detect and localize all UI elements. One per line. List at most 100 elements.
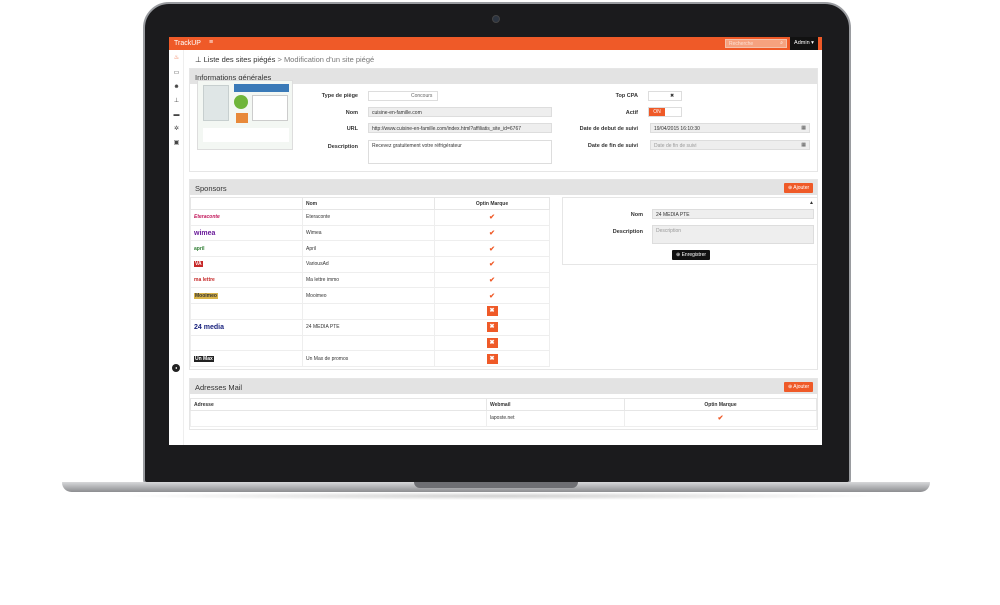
save-icon[interactable]: ▣ xyxy=(172,140,181,147)
save-sponsor-button[interactable]: ⊕ Enregistrer xyxy=(672,250,711,260)
adresse-cell xyxy=(190,410,487,427)
table-row[interactable]: laposte.net ✔ xyxy=(190,410,817,427)
table-row[interactable]: ✖ xyxy=(190,334,550,352)
checkmark-icon[interactable]: ✔ xyxy=(489,261,495,268)
flame-icon[interactable]: ♨ xyxy=(172,55,181,62)
add-sponsor-button[interactable]: ⊕ Ajouter xyxy=(784,183,814,193)
checkmark-icon[interactable]: ✔ xyxy=(718,415,724,422)
detail-desc-field[interactable]: Description xyxy=(652,225,814,244)
fin-label: Date de fin de suivi xyxy=(587,143,638,149)
sponsor-logo: 24 media xyxy=(190,318,303,336)
breadcrumb-current: Modification d'un site piégé xyxy=(283,55,375,64)
table-row[interactable]: Eteraconte Eteraconte ✔ xyxy=(190,209,550,226)
sponsor-name xyxy=(302,334,435,352)
breadcrumb-link[interactable]: Liste des sites piégés xyxy=(204,55,276,64)
sponsor-name: Mooimeo xyxy=(302,287,435,305)
close-icon[interactable]: ✖ xyxy=(486,306,498,317)
app-screen: TrackUP ≡ Recherche ⌕ Admin ▾ ♨ ▭ ☻ ⊥ ▬ … xyxy=(169,37,822,445)
actif-toggle[interactable]: ON xyxy=(648,107,682,117)
close-icon[interactable]: ✖ xyxy=(670,93,674,99)
sponsor-logo: april xyxy=(190,240,303,258)
debut-field[interactable]: 19/04/2015 16:10:30 ▦ xyxy=(650,123,810,133)
table-row[interactable]: Un Max Un Max de promos ✖ xyxy=(190,350,550,367)
sponsor-name: April xyxy=(302,240,435,258)
table-row[interactable]: april April ✔ xyxy=(190,240,550,258)
search-input[interactable]: Recherche ⌕ xyxy=(725,39,787,48)
detail-nom-field[interactable]: 24 MEDIA PTE xyxy=(652,209,814,219)
mail-panel: Adresses Mail ⊕ Ajouter Adresse Webmail … xyxy=(189,378,818,430)
webcam xyxy=(492,15,500,23)
checkmark-icon[interactable]: ✔ xyxy=(489,230,495,237)
type-option[interactable]: Concours xyxy=(411,93,432,99)
laptop-icon[interactable]: ▬ xyxy=(172,112,181,119)
sitemap-icon[interactable]: ⊥ xyxy=(172,98,181,105)
add-mail-button[interactable]: ⊕ Ajouter xyxy=(784,382,814,392)
table-row[interactable]: VA VariousAd ✔ xyxy=(190,256,550,273)
users-icon[interactable]: ☻ xyxy=(172,84,181,91)
table-row[interactable]: Mooimeo Mooimeo ✔ xyxy=(190,287,550,305)
app-brand[interactable]: TrackUP xyxy=(174,40,201,47)
sponsors-table: Nom Optin Marque Eteraconte Eteraconte ✔ wi… xyxy=(190,197,550,367)
table-row[interactable]: 24 media 24 MEDIA PTE ✖ xyxy=(190,318,550,336)
table-row[interactable]: wimea Wimea ✔ xyxy=(190,224,550,242)
sponsor-logo-image: Un Max xyxy=(194,355,214,362)
laptop-frame: TrackUP ≡ Recherche ⌕ Admin ▾ ♨ ▭ ☻ ⊥ ▬ … xyxy=(0,0,1000,605)
type-toggle[interactable]: Concours xyxy=(368,91,438,101)
close-icon[interactable]: ✖ xyxy=(486,353,498,364)
calendar-icon[interactable]: ▦ xyxy=(801,125,806,131)
cogs-icon[interactable]: ✲ xyxy=(172,126,181,133)
hamburger-icon[interactable]: ≡ xyxy=(209,39,213,46)
sponsor-logo xyxy=(190,303,303,320)
optin-cell[interactable]: ✔ xyxy=(434,271,550,289)
url-field[interactable]: http://www.cuisine-en-famille.com/index.… xyxy=(368,123,552,133)
optin-cell[interactable]: ✖ xyxy=(434,334,550,352)
collapse-icon[interactable]: ◂ xyxy=(172,364,180,372)
collapse-up-icon[interactable]: ▲ xyxy=(809,200,814,206)
table-row[interactable]: ✖ xyxy=(190,303,550,320)
search-icon[interactable]: ⌕ xyxy=(780,40,783,46)
optin-cell[interactable]: ✔ xyxy=(434,209,550,226)
sponsor-logo: ma lettre xyxy=(190,271,303,289)
info-panel: Informations générales Type de piège Con… xyxy=(189,68,818,172)
sponsor-name: Eteraconte xyxy=(302,209,435,226)
nom-label: Nom xyxy=(345,110,358,116)
main-content: ⊥ Liste des sites piégés > Modification … xyxy=(187,50,822,445)
topcpa-toggle[interactable]: ✖ xyxy=(648,91,682,101)
optin-cell[interactable]: ✔ xyxy=(434,224,550,242)
optin-cell[interactable]: ✔ xyxy=(624,410,817,427)
optin-cell[interactable]: ✖ xyxy=(434,318,550,336)
detail-desc-label: Description xyxy=(612,229,643,235)
sponsor-logo-image: VA xyxy=(194,261,203,268)
admin-menu[interactable]: Admin ▾ xyxy=(790,37,818,50)
close-icon[interactable]: ✖ xyxy=(486,337,498,348)
card-icon[interactable]: ▭ xyxy=(172,70,181,77)
checkmark-icon[interactable]: ✔ xyxy=(489,246,495,253)
optin-cell[interactable]: ✖ xyxy=(434,303,550,320)
checkmark-icon[interactable]: ✔ xyxy=(489,293,495,300)
debut-value: 19/04/2015 16:10:30 xyxy=(654,126,700,132)
checkmark-icon[interactable]: ✔ xyxy=(489,277,495,284)
logo-header xyxy=(190,197,303,210)
table-row[interactable]: ma lettre Ma lettre immo ✔ xyxy=(190,271,550,289)
optin-cell[interactable]: ✔ xyxy=(434,240,550,258)
fin-placeholder: Date de fin de suivi xyxy=(654,143,697,149)
nom-field[interactable]: cuisine-en-famille.com xyxy=(368,107,552,117)
sitemap-icon: ⊥ xyxy=(195,55,202,64)
description-label: Description xyxy=(327,144,358,150)
fin-field[interactable]: Date de fin de suivi ▦ xyxy=(650,140,810,150)
sponsor-logo-image: ma lettre xyxy=(194,277,215,284)
description-field[interactable]: Recevez gratuitement votre réfrigérateur xyxy=(368,140,552,164)
mail-title: Adresses Mail xyxy=(190,379,817,394)
sponsor-logo-image: april xyxy=(194,245,205,252)
actif-on[interactable]: ON xyxy=(649,108,665,116)
optin-cell[interactable]: ✖ xyxy=(434,350,550,367)
optin-cell[interactable]: ✔ xyxy=(434,256,550,273)
sponsors-panel: Sponsors ⊕ Ajouter Nom Optin Marque Eter… xyxy=(189,179,818,370)
breadcrumb: ⊥ Liste des sites piégés > Modification … xyxy=(195,55,374,64)
calendar-icon[interactable]: ▦ xyxy=(801,142,806,148)
close-icon[interactable]: ✖ xyxy=(486,322,498,333)
optin-header: Optin Marque xyxy=(434,197,550,210)
sponsor-detail: ▲ Nom 24 MEDIA PTE Description Descripti… xyxy=(562,197,818,265)
optin-cell[interactable]: ✔ xyxy=(434,287,550,305)
checkmark-icon[interactable]: ✔ xyxy=(489,214,495,221)
